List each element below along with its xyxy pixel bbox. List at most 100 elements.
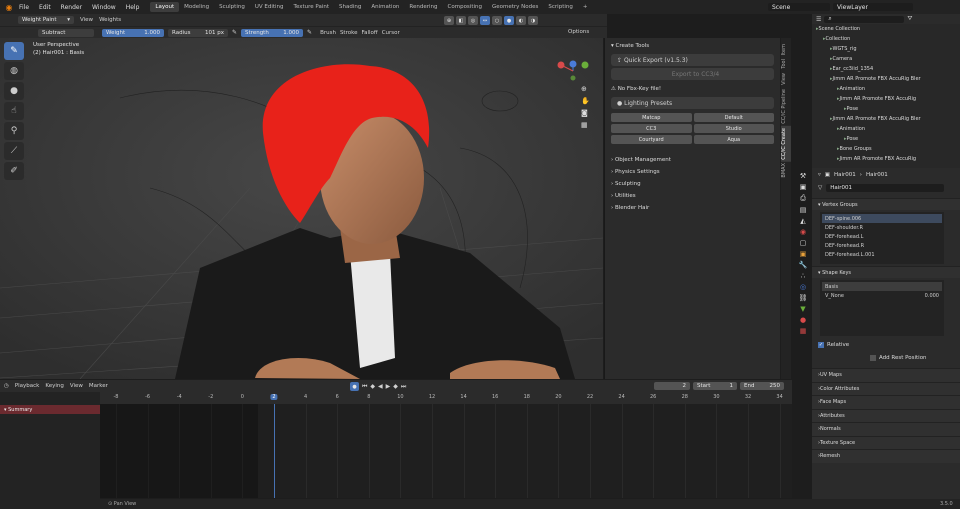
menu-window[interactable]: Window: [87, 4, 121, 11]
play-reverse-icon[interactable]: ◀: [378, 383, 383, 390]
filter-icon[interactable]: ⛛: [907, 15, 912, 23]
section-physics-settings[interactable]: › Physics Settings: [605, 166, 780, 178]
preset-courtyard-button[interactable]: Courtyard: [611, 135, 692, 144]
workspace-tab-geometry-nodes[interactable]: Geometry Nodes: [487, 2, 543, 12]
menu-keying[interactable]: Keying: [45, 383, 63, 389]
output-tab-icon[interactable]: ⎙: [800, 194, 806, 203]
world-tab-icon[interactable]: ◉: [800, 228, 806, 236]
export-cc-button[interactable]: Export to CC3/4: [611, 68, 774, 80]
constraints-tab-icon[interactable]: ⛓: [799, 294, 808, 302]
outliner-row[interactable]: ▸ Jimm AR Promote FBX AccuRig: [812, 154, 960, 164]
properties-section[interactable]: › Face Maps: [812, 395, 960, 409]
timeline-body[interactable]: [100, 404, 792, 498]
blur-brush-icon[interactable]: ◍: [4, 62, 24, 80]
vertex-group-row[interactable]: DEF-shoulder.R: [822, 223, 942, 232]
preset-cc3-button[interactable]: CC3: [611, 124, 692, 133]
timeline-ruler[interactable]: -8 -6 -4 -2 0 2 4 6 8 10 12 14 16 18 20 22 24 26 28 30 32 34: [100, 392, 792, 404]
draw-brush-icon[interactable]: ✎: [4, 42, 24, 60]
menu-playback[interactable]: Playback: [15, 383, 40, 389]
workspace-tab-sculpting[interactable]: Sculpting: [214, 2, 250, 12]
properties-section[interactable]: › UV Maps: [812, 368, 960, 382]
options-menu[interactable]: Options: [568, 29, 589, 35]
texture-tab-icon[interactable]: ▦: [800, 327, 807, 335]
gradient-icon[interactable]: ⟋: [4, 142, 24, 160]
record-icon[interactable]: ●: [350, 382, 359, 391]
outliner-row[interactable]: ▸ Pose: [812, 104, 960, 114]
shape-key-row[interactable]: Basis: [822, 282, 942, 291]
jump-start-icon[interactable]: ⏮: [362, 383, 367, 391]
outliner-row[interactable]: ▸ Jimm AR Promote FBX AccuRig Bler: [812, 114, 960, 124]
smear-brush-icon[interactable]: ☝: [4, 102, 24, 120]
section-object-management[interactable]: › Object Management: [605, 154, 780, 166]
menu-weights[interactable]: Weights: [99, 17, 121, 23]
outliner-row[interactable]: ▸ Ear_cc3iid_1354: [812, 64, 960, 74]
section-sculpting[interactable]: › Sculpting: [605, 178, 780, 190]
tab-bmax[interactable]: BMAX: [781, 161, 791, 180]
sample-weight-icon[interactable]: ⚲: [4, 122, 24, 140]
end-frame-field[interactable]: End 250: [740, 382, 784, 390]
outliner-search-input[interactable]: ⌕: [824, 15, 905, 23]
blender-logo-icon[interactable]: ◉: [4, 3, 14, 12]
viewlayer-selector[interactable]: ViewLayer: [833, 3, 913, 11]
view-layer-tab-icon[interactable]: ▤: [800, 206, 807, 214]
tab-tool[interactable]: Tool: [781, 57, 791, 71]
outliner-row[interactable]: ▸ Jimm AR Promote FBX AccuRig: [812, 94, 960, 104]
lighting-presets-header[interactable]: ● Lighting Presets: [611, 97, 774, 109]
weight-field[interactable]: Weight 1.000: [102, 28, 164, 37]
outliner-row[interactable]: ▸ Animation: [812, 124, 960, 134]
zoom-icon[interactable]: ⊕: [581, 85, 590, 93]
xray-icon[interactable]: ◧: [456, 16, 466, 25]
ortho-grid-icon[interactable]: ▦: [581, 121, 590, 129]
add-workspace-button[interactable]: +: [578, 2, 593, 12]
outliner-row[interactable]: ▸ Pose: [812, 134, 960, 144]
outliner-row[interactable]: ▸ Scene Collection: [812, 24, 960, 34]
mode-selector[interactable]: Weight Paint ▾: [18, 16, 74, 24]
workspace-tab-texture-paint[interactable]: Texture Paint: [289, 2, 335, 12]
outliner-row[interactable]: ▸ Animation: [812, 84, 960, 94]
global-icon[interactable]: ⊕: [444, 16, 454, 25]
physics-tab-icon[interactable]: ◎: [800, 283, 806, 291]
pin-icon[interactable]: ▿: [818, 172, 821, 178]
blend-mode-select[interactable]: Subtract: [38, 28, 94, 37]
tab-view[interactable]: View: [781, 71, 791, 87]
menu-render[interactable]: Render: [56, 4, 87, 11]
preset-default-button[interactable]: Default: [693, 113, 774, 122]
shading-rendered-icon[interactable]: ◑: [528, 16, 538, 25]
current-frame-field[interactable]: 2: [654, 382, 690, 390]
shape-key-row[interactable]: V_None 0.000: [822, 291, 942, 300]
start-frame-field[interactable]: Start 1: [693, 382, 737, 390]
tab-cc-create[interactable]: CC/iC Create: [781, 125, 791, 162]
vertex-groups-header[interactable]: ▾ Vertex Groups: [812, 198, 960, 210]
pressure-icon[interactable]: ✎: [232, 29, 237, 36]
properties-section[interactable]: › Remesh: [812, 449, 960, 463]
outliner-row[interactable]: ▸ Bone Groups: [812, 144, 960, 154]
shading-material-icon[interactable]: ◐: [516, 16, 526, 25]
workspace-tab-shading[interactable]: Shading: [334, 2, 366, 12]
clock-icon[interactable]: ◷: [4, 383, 9, 389]
workspace-tab-modeling[interactable]: Modeling: [179, 2, 214, 12]
workspace-tab-scripting[interactable]: Scripting: [543, 2, 577, 12]
particles-tab-icon[interactable]: ∴: [801, 272, 805, 280]
menu-marker[interactable]: Marker: [89, 383, 108, 389]
menu-edit[interactable]: Edit: [34, 4, 56, 11]
menu-help[interactable]: Help: [121, 4, 145, 11]
menu-falloff[interactable]: Falloff: [361, 30, 377, 36]
shading-solid-icon[interactable]: ●: [504, 16, 514, 25]
workspace-tab-uv-editing[interactable]: UV Editing: [250, 2, 289, 12]
material-tab-icon[interactable]: ●: [800, 316, 806, 324]
vertex-group-row[interactable]: DEF-forehead.L: [822, 232, 942, 241]
modifier-tab-icon[interactable]: 🔧: [799, 261, 808, 269]
menu-view[interactable]: View: [70, 383, 83, 389]
summary-channel[interactable]: ▾ Summary: [0, 405, 100, 414]
preset-aqua-button[interactable]: Aqua: [693, 135, 774, 144]
properties-section[interactable]: › Attributes: [812, 408, 960, 422]
workspace-tab-compositing[interactable]: Compositing: [443, 2, 487, 12]
outliner-row[interactable]: ▸ WGTS_rig: [812, 44, 960, 54]
pan-hand-icon[interactable]: ✋: [581, 97, 590, 105]
shading-wire-icon[interactable]: ○: [492, 16, 502, 25]
vertex-group-row[interactable]: DEF-forehead.R: [822, 241, 942, 250]
vertex-group-row[interactable]: DEF-spine.006: [822, 214, 942, 223]
workspace-tab-layout[interactable]: Layout: [150, 2, 180, 12]
data-tab-icon[interactable]: ▼: [800, 305, 805, 313]
menu-view[interactable]: View: [80, 17, 93, 23]
